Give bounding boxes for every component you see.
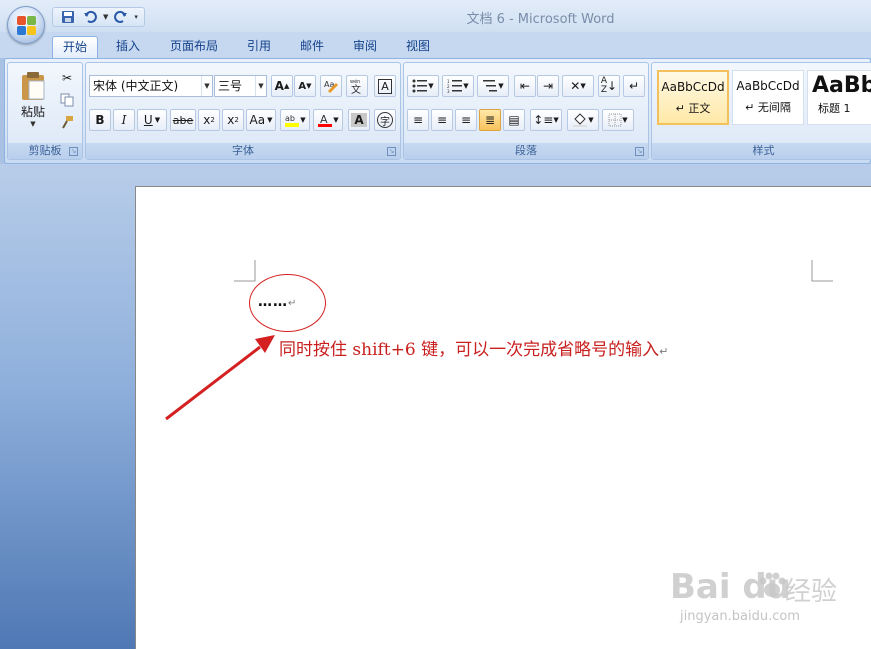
paste-button[interactable]: 粘贴 ▼ (14, 67, 52, 131)
increase-indent-icon[interactable]: ⇥ (537, 75, 559, 97)
office-logo-icon (17, 16, 37, 36)
bold-button[interactable]: B (89, 109, 111, 131)
style-sample: AaBbCcDd (736, 79, 800, 93)
chinese-layout-button[interactable]: ✕ ▼ (562, 75, 594, 97)
style-heading-1[interactable]: AaBb 标题 1 (807, 70, 871, 125)
svg-text:文: 文 (351, 83, 361, 95)
justify-icon[interactable]: ≣ (479, 109, 501, 131)
paragraph-mark: ↵ (659, 345, 669, 358)
office-button[interactable] (7, 6, 45, 44)
font-group: 宋体 (中文正文) ▼ 三号 ▼ A ▲ A ▼ Aa wén 文 A B I U ▼ … (85, 62, 401, 160)
font-name-value: 宋体 (中文正文) (93, 79, 179, 93)
chevron-down-icon: ▼ (255, 76, 266, 96)
clipboard-launcher-icon[interactable]: ↘ (69, 147, 78, 156)
sort-icon[interactable]: A Z ↓ (598, 75, 620, 97)
tab-page-layout[interactable]: 页面布局 (160, 36, 228, 58)
distributed-icon[interactable]: ▤ (503, 109, 525, 131)
styles-group-label: 样式 (652, 143, 871, 159)
grow-font-button[interactable]: A ▲ (271, 75, 293, 97)
watermark-url: jingyan.baidu.com (680, 609, 800, 624)
styles-group: AaBbCcDd ↵ 正文 AaBbCcDd ↵ 无间隔 AaBb 标题 1 样… (651, 62, 871, 160)
style-name: 标题 1 (818, 102, 851, 115)
ribbon-tabs: 开始 插入 页面布局 引用 邮件 审阅 视图 (0, 32, 871, 58)
format-painter-icon[interactable] (58, 113, 76, 131)
tab-view[interactable]: 视图 (396, 36, 440, 58)
copy-icon[interactable] (58, 91, 76, 109)
font-group-label: 字体 (86, 143, 400, 159)
paw-icon (759, 572, 786, 597)
change-case-button[interactable]: Aa ▼ (246, 109, 276, 131)
decrease-indent-icon[interactable]: ⇤ (514, 75, 536, 97)
font-size-value: 三号 (218, 79, 243, 93)
ribbon: 粘贴 ▼ ✂ 剪贴板 ↘ 宋体 (中文正文) ▼ 三号 ▼ A ▲ A ▼ Aa w… (4, 58, 871, 164)
title-bar: ▼ ▾ 文档 6 - Microsoft Word (0, 0, 871, 44)
character-shading-icon[interactable]: A (348, 109, 370, 131)
style-name: ↵ 正文 (675, 102, 711, 115)
align-left-icon[interactable]: ≡ (407, 109, 429, 131)
paste-label: 粘贴 (20, 104, 45, 119)
annotation-value: 同时按住 shift+6 键，可以一次完成省略号的输入 (279, 340, 660, 360)
bullets-button[interactable]: ▼ (407, 75, 439, 97)
annotation-text: 同时按住 shift+6 键，可以一次完成省略号的输入↵ (279, 335, 668, 360)
highlight-circle (249, 274, 326, 332)
svg-text:3: 3 (447, 89, 450, 93)
tab-insert[interactable]: 插入 (106, 36, 150, 58)
paste-icon (22, 71, 45, 100)
borders-button[interactable]: ▼ (602, 109, 634, 131)
svg-text:wén: wén (350, 78, 360, 85)
baidu-watermark: Bai du 经验 jingyan.baidu.com (670, 567, 850, 637)
svg-text:ab: ab (285, 114, 295, 123)
font-launcher-icon[interactable]: ↘ (387, 147, 396, 156)
multilevel-list-button[interactable]: ▼ (477, 75, 509, 97)
phonetic-guide-icon[interactable]: wén 文 (346, 75, 368, 97)
style-no-spacing[interactable]: AaBbCcDd ↵ 无间隔 (732, 70, 804, 125)
line-spacing-button[interactable]: ↕≡ ▼ (530, 109, 562, 131)
style-name: ↵ 无间隔 (745, 101, 791, 114)
window-title: 文档 6 - Microsoft Word (466, 12, 615, 27)
baidu-jingyan-label: 经验 (785, 577, 838, 607)
style-sample: AaBbCcDd (661, 80, 725, 94)
enclose-characters-icon[interactable]: 字 (374, 109, 396, 131)
align-right-icon[interactable]: ≡ (455, 109, 477, 131)
paragraph-group: ▼ 1 2 3 ▼ ▼ ⇤ ⇥ ✕ ▼ A Z ↓ ↵ ≡ ≡ ≡ ≣ ▤ ↕≡ ▼ ▼ ▼ … (403, 62, 649, 160)
underline-button[interactable]: U ▼ (137, 109, 167, 131)
italic-button[interactable]: I (113, 109, 135, 131)
font-size-select[interactable]: 三号 ▼ (214, 75, 267, 97)
annotation-arrow (165, 335, 275, 421)
shading-button[interactable]: ▼ (567, 109, 599, 131)
paragraph-launcher-icon[interactable]: ↘ (635, 147, 644, 156)
shrink-font-button[interactable]: A ▼ (294, 75, 316, 97)
font-color-button[interactable]: A ▼ (313, 109, 343, 131)
paragraph-group-label: 段落 (404, 143, 648, 159)
highlight-button[interactable]: ab ▼ (280, 109, 310, 131)
style-normal[interactable]: AaBbCcDd ↵ 正文 (657, 70, 729, 125)
clear-format-icon[interactable]: Aa (320, 75, 342, 97)
tab-review[interactable]: 审阅 (343, 36, 387, 58)
clipboard-group: 粘贴 ▼ ✂ 剪贴板 ↘ (7, 62, 83, 160)
character-border-icon[interactable]: A (374, 75, 396, 97)
align-center-icon[interactable]: ≡ (431, 109, 453, 131)
superscript-button[interactable]: x2 (222, 109, 244, 131)
chevron-down-icon: ▼ (201, 76, 212, 96)
show-marks-icon[interactable]: ↵ (623, 75, 645, 97)
font-name-select[interactable]: 宋体 (中文正文) ▼ (89, 75, 213, 97)
tab-home[interactable]: 开始 (52, 36, 99, 58)
subscript-button[interactable]: x2 (198, 109, 220, 131)
cut-icon[interactable]: ✂ (58, 69, 76, 87)
numbering-button[interactable]: 1 2 3 ▼ (442, 75, 474, 97)
tab-mailings[interactable]: 邮件 (290, 36, 334, 58)
margin-corner-mark (234, 260, 256, 282)
tab-references[interactable]: 引用 (237, 36, 281, 58)
style-sample: AaBb (812, 73, 871, 98)
margin-corner-mark (811, 260, 833, 282)
strikethrough-button[interactable]: abe (170, 109, 196, 131)
